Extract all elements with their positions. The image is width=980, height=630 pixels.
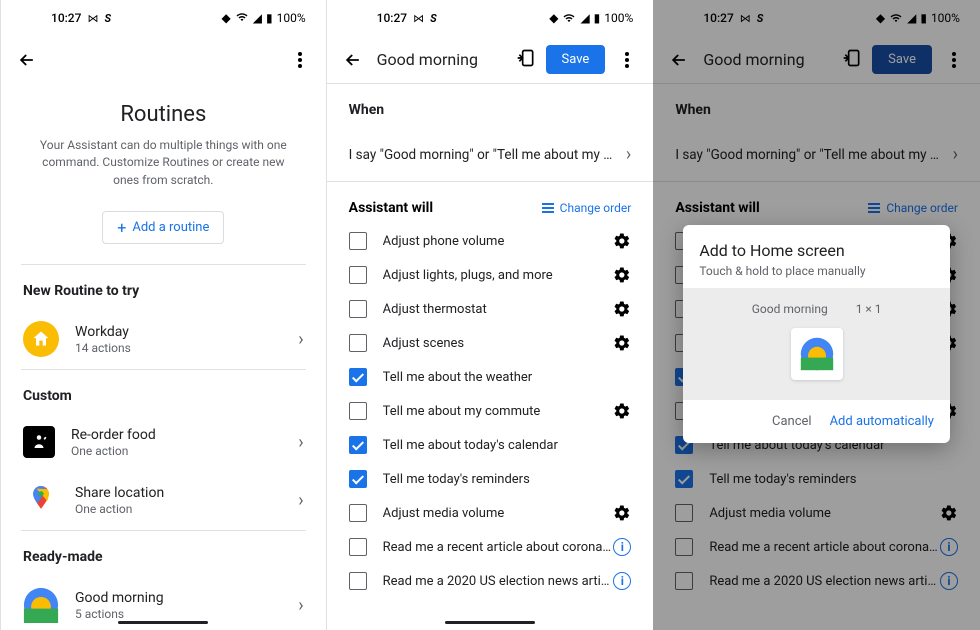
routine-reorder-food[interactable]: Re-order food One action › [1, 414, 326, 470]
checkbox[interactable] [349, 300, 367, 318]
good-morning-icon [23, 587, 59, 623]
action-item[interactable]: Tell me about the weather [327, 360, 654, 394]
workday-icon [23, 321, 59, 357]
share-location-icon [23, 482, 59, 518]
action-label: Adjust thermostat [383, 302, 614, 317]
widget-preview[interactable]: Good morning 1 × 1 [683, 288, 950, 400]
wifi-icon [235, 11, 249, 26]
more-vert-icon[interactable] [615, 52, 639, 68]
section-custom: Custom [1, 370, 326, 414]
dialog-confirm-button[interactable]: Add automatically [830, 414, 934, 429]
action-item[interactable]: Adjust scenes [327, 326, 654, 360]
checkbox[interactable] [349, 334, 367, 352]
action-item[interactable]: Read me a recent article about coronavir… [327, 530, 654, 564]
checkbox[interactable] [349, 436, 367, 454]
change-order-button[interactable]: Change order [542, 201, 632, 215]
action-label: Read me a 2020 US election news article [383, 574, 614, 589]
do-not-disturb-icon: ◆ [222, 11, 231, 25]
checkbox[interactable] [349, 266, 367, 284]
checkbox[interactable] [349, 402, 367, 420]
chevron-right-icon: › [626, 144, 631, 165]
routine-share-location[interactable]: Share location One action › [1, 470, 326, 530]
routine-title: Good morning [377, 50, 516, 69]
chevron-right-icon: › [298, 490, 303, 511]
action-item[interactable]: Read me a 2020 US election news articlei [327, 564, 654, 598]
signal-icon: ◢ [253, 11, 262, 25]
battery-icon: ▮ [266, 11, 273, 25]
gear-icon[interactable] [613, 402, 631, 420]
add-shortcut-icon[interactable] [516, 48, 536, 72]
widget-icon [791, 328, 843, 380]
action-item[interactable]: Tell me about today's calendar [327, 428, 654, 462]
when-heading: When [327, 84, 654, 128]
chevron-right-icon: › [298, 329, 303, 350]
page-subtitle: Your Assistant can do multiple things wi… [29, 137, 298, 189]
info-icon[interactable]: i [613, 572, 631, 590]
add-routine-button[interactable]: + Add a routine [102, 211, 224, 244]
action-item[interactable]: Adjust phone volume [327, 224, 654, 258]
more-vert-icon[interactable] [288, 52, 312, 68]
nav-bar-handle[interactable] [445, 621, 535, 624]
assistant-will-heading: Assistant will [349, 200, 542, 216]
action-label: Tell me about the weather [383, 370, 632, 385]
action-item[interactable]: Adjust thermostat [327, 292, 654, 326]
info-icon[interactable]: i [613, 538, 631, 556]
action-label: Adjust scenes [383, 336, 614, 351]
action-label: Adjust phone volume [383, 234, 614, 249]
action-label: Adjust lights, plugs, and more [383, 268, 614, 283]
section-readymade: Ready-made [1, 531, 326, 575]
section-new-routine: New Routine to try [1, 265, 326, 309]
gear-icon[interactable] [613, 334, 631, 352]
dialog-title: Add to Home screen [699, 241, 934, 260]
back-icon[interactable] [15, 48, 39, 72]
checkbox[interactable] [349, 504, 367, 522]
reorder-food-icon [23, 426, 55, 458]
status-bar: 10:27 ⋈S ◆◢▮100% [327, 0, 654, 36]
status-bar: 10:27 ⋈S ◆ ◢ ▮ 100% [1, 0, 326, 36]
action-item[interactable]: Tell me today's reminders [327, 462, 654, 496]
when-trigger[interactable]: I say "Good morning" or "Tell me about m… [327, 128, 654, 181]
checkbox[interactable] [349, 232, 367, 250]
action-item[interactable]: Adjust lights, plugs, and more [327, 258, 654, 292]
back-icon[interactable] [341, 48, 365, 72]
status-time: 10:27 [51, 11, 81, 25]
list-icon [542, 203, 554, 213]
checkbox[interactable] [349, 470, 367, 488]
battery-pct: 100% [277, 11, 306, 25]
action-label: Read me a recent article about coronavir… [383, 540, 614, 555]
add-home-screen-dialog: Add to Home screen Touch & hold to place… [683, 225, 950, 443]
action-label: Tell me about today's calendar [383, 438, 632, 453]
gear-icon[interactable] [613, 300, 631, 318]
checkbox[interactable] [349, 538, 367, 556]
checkbox[interactable] [349, 572, 367, 590]
dialog-subtitle: Touch & hold to place manually [699, 264, 934, 278]
dialog-cancel-button[interactable]: Cancel [772, 414, 812, 429]
checkbox[interactable] [349, 368, 367, 386]
action-item[interactable]: Tell me about my commute [327, 394, 654, 428]
chevron-right-icon: › [298, 432, 303, 453]
gear-icon[interactable] [613, 266, 631, 284]
save-button[interactable]: Save [546, 45, 606, 74]
nav-bar-handle[interactable] [118, 621, 208, 624]
action-label: Adjust media volume [383, 506, 614, 521]
action-item[interactable]: Adjust media volume [327, 496, 654, 530]
routine-workday[interactable]: Workday 14 actions › [1, 309, 326, 369]
action-label: Tell me today's reminders [383, 472, 632, 487]
chevron-right-icon: › [298, 595, 303, 616]
gear-icon[interactable] [613, 504, 631, 522]
page-title: Routines [29, 102, 298, 127]
gear-icon[interactable] [613, 232, 631, 250]
action-label: Tell me about my commute [383, 404, 614, 419]
